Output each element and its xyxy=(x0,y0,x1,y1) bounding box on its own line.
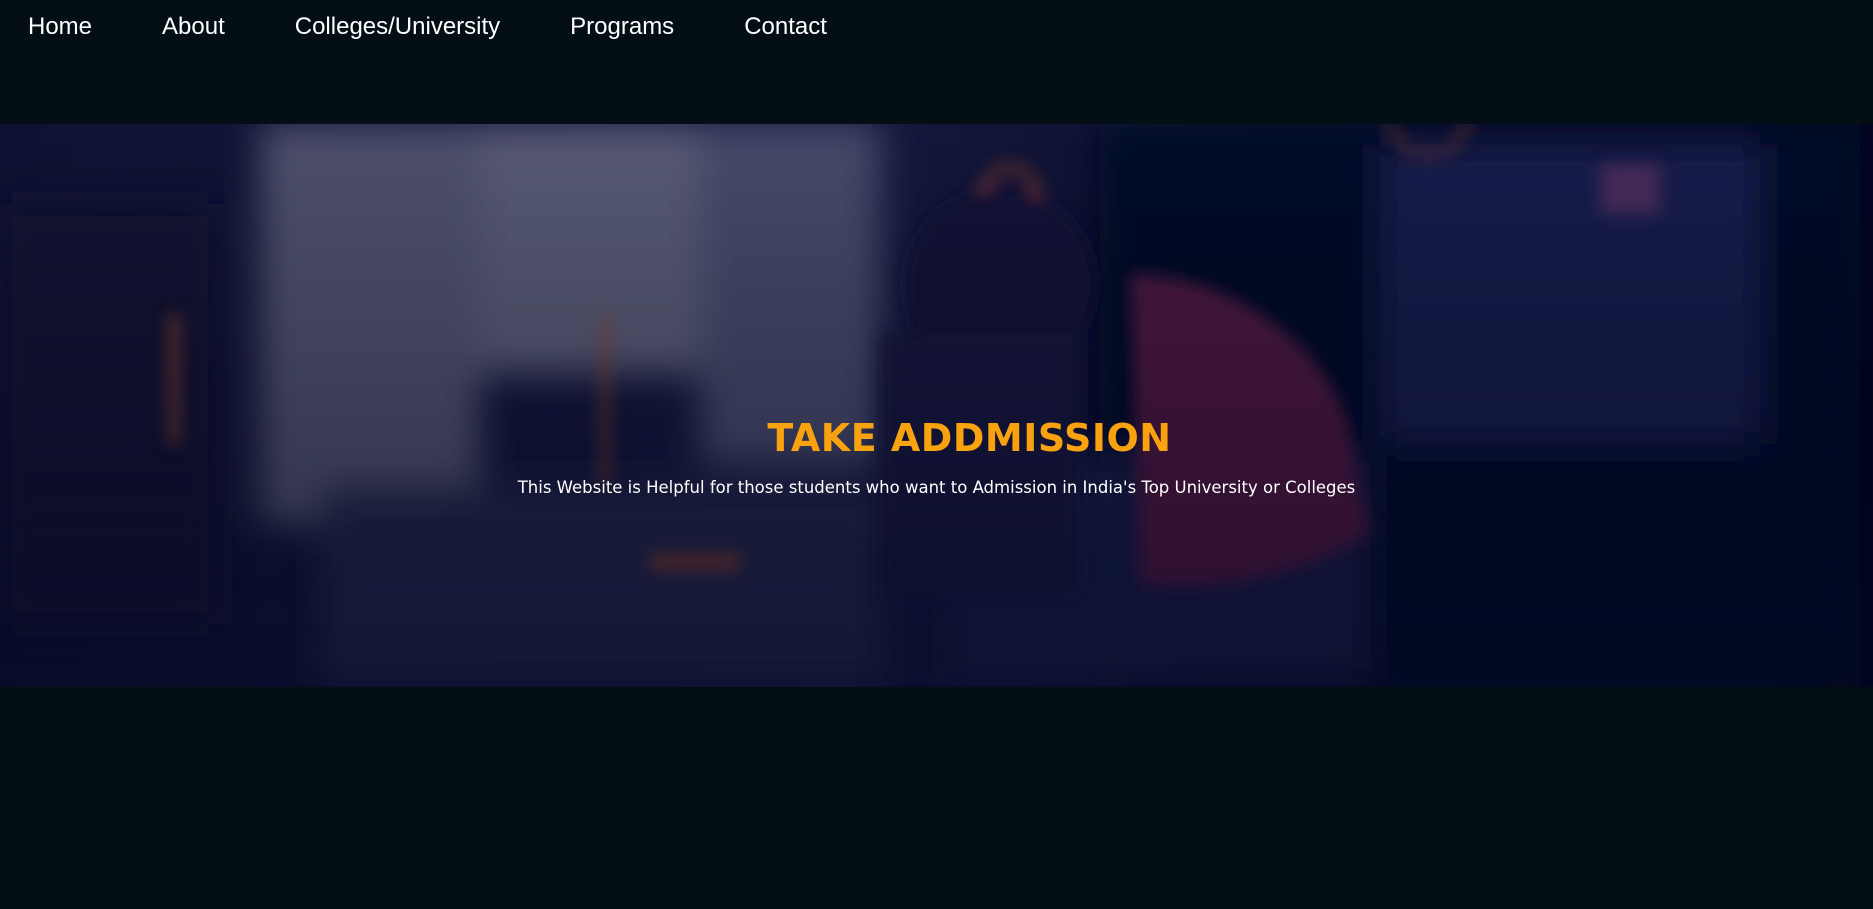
hero-title: TAKE ADDMISSION xyxy=(767,416,1172,460)
nav-item-home: Home xyxy=(28,12,162,42)
hero-content: TAKE ADDMISSION This Website is Helpful … xyxy=(0,414,1873,500)
page: Home About Colleges/University Programs … xyxy=(0,0,1873,909)
nav-link-contact[interactable]: Contact xyxy=(744,12,827,42)
top-navbar: Home About Colleges/University Programs … xyxy=(0,0,1873,124)
hero-subtitle: This Website is Helpful for those studen… xyxy=(517,478,1356,497)
nav-item-colleges-university: Colleges/University xyxy=(295,12,570,42)
hero-overlay xyxy=(0,124,1873,687)
nav-item-about: About xyxy=(162,12,295,42)
nav-item-programs: Programs xyxy=(570,12,744,42)
nav-link-about[interactable]: About xyxy=(162,12,225,42)
nav-link-home[interactable]: Home xyxy=(28,12,92,42)
nav-link-programs[interactable]: Programs xyxy=(570,12,674,42)
hero-banner: TAKE ADDMISSION This Website is Helpful … xyxy=(0,124,1873,687)
page-footer-area xyxy=(0,687,1873,909)
nav-item-contact: Contact xyxy=(744,12,897,42)
nav-link-colleges-university[interactable]: Colleges/University xyxy=(295,12,500,42)
nav-list: Home About Colleges/University Programs … xyxy=(28,12,897,42)
